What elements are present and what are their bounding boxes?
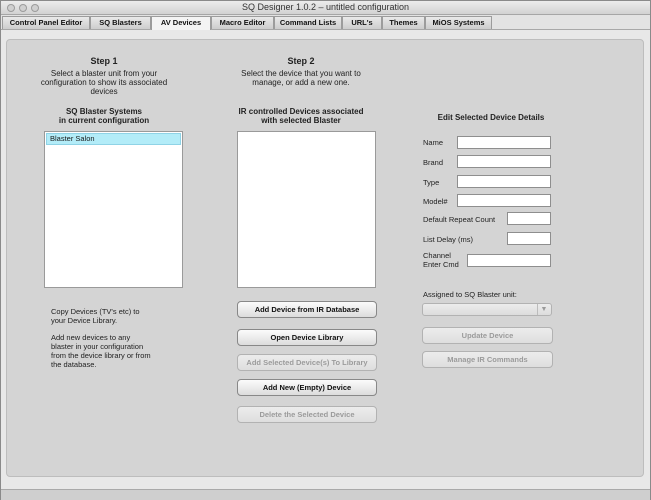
details-heading: Edit Selected Device Details xyxy=(437,113,545,122)
add-device-from-db-button[interactable]: Add Device from IR Database xyxy=(237,301,377,318)
tab-bar: Control Panel Editor SQ Blasters AV Devi… xyxy=(1,15,650,30)
chevron-down-icon[interactable]: ▼ xyxy=(537,304,550,315)
model-label: Model# xyxy=(423,197,448,206)
channel-enter-field[interactable] xyxy=(467,254,551,267)
tab-command-lists[interactable]: Command Lists xyxy=(274,16,342,29)
app-window: SQ Designer 1.0.2 – untitled configurati… xyxy=(0,0,651,500)
step2-heading: Step 2 xyxy=(287,56,315,66)
model-field[interactable] xyxy=(457,194,551,207)
step2-list-title: IR controlled Devices associated with se… xyxy=(238,107,364,125)
step1-list-title: SQ Blaster Systems in current configurat… xyxy=(58,107,150,125)
type-field[interactable] xyxy=(457,175,551,188)
add-new-empty-device-button[interactable]: Add New (Empty) Device xyxy=(237,379,377,396)
update-device-button[interactable]: Update Device xyxy=(422,327,553,344)
tab-sq-blasters[interactable]: SQ Blasters xyxy=(90,16,151,29)
name-label: Name xyxy=(423,138,444,147)
manage-ir-commands-button[interactable]: Manage IR Commands xyxy=(422,351,553,368)
title-bar: SQ Designer 1.0.2 – untitled configurati… xyxy=(1,1,650,15)
repeat-count-field[interactable] xyxy=(507,212,551,225)
name-field[interactable] xyxy=(457,136,551,149)
tab-control-panel-editor[interactable]: Control Panel Editor xyxy=(2,16,90,29)
delete-device-button[interactable]: Delete the Selected Device xyxy=(237,406,377,423)
channel-enter-label: Channel Enter Cmd xyxy=(423,251,459,269)
tab-av-devices[interactable]: AV Devices xyxy=(151,16,211,30)
list-delay-label: List Delay (ms) xyxy=(423,235,474,244)
tab-themes[interactable]: Themes xyxy=(382,16,425,29)
assigned-label: Assigned to SQ Blaster unit: xyxy=(423,290,517,299)
blaster-systems-list[interactable]: Blaster Salon xyxy=(44,131,183,288)
tab-macro-editor[interactable]: Macro Editor xyxy=(211,16,274,29)
copy-devices-note: Copy Devices (TV's etc) to your Device L… xyxy=(51,307,140,325)
av-devices-panel: Step 1 Select a blaster unit from your c… xyxy=(6,39,644,477)
ir-devices-list[interactable] xyxy=(237,131,376,288)
tab-mios-systems[interactable]: MiOS Systems xyxy=(425,16,492,29)
step2-description: Select the device that you want to manag… xyxy=(241,69,361,87)
brand-field[interactable] xyxy=(457,155,551,168)
open-device-library-button[interactable]: Open Device Library xyxy=(237,329,377,346)
step1-description: Select a blaster unit from your configur… xyxy=(40,69,168,96)
brand-label: Brand xyxy=(423,158,444,167)
add-devices-note: Add new devices to any blaster in your c… xyxy=(51,333,151,369)
status-bar xyxy=(1,489,650,500)
assigned-blaster-select[interactable]: ▼ xyxy=(422,303,552,316)
list-item-blaster-salon[interactable]: Blaster Salon xyxy=(46,133,181,145)
step1-heading: Step 1 xyxy=(90,56,118,66)
add-to-library-button[interactable]: Add Selected Device(s) To Library xyxy=(237,354,377,371)
repeat-count-label: Default Repeat Count xyxy=(423,215,496,224)
tab-urls[interactable]: URL's xyxy=(342,16,382,29)
type-label: Type xyxy=(423,178,440,187)
list-delay-field[interactable] xyxy=(507,232,551,245)
window-title: SQ Designer 1.0.2 – untitled configurati… xyxy=(241,2,410,12)
